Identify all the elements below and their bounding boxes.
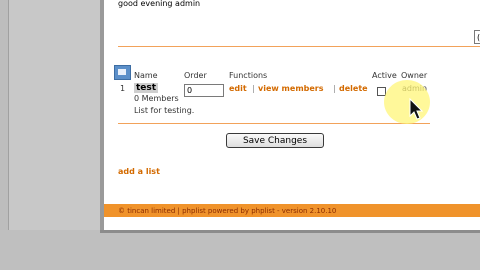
header-functions: Functions — [229, 71, 268, 80]
edit-link[interactable]: edit — [229, 84, 247, 93]
header-order: Order — [184, 71, 207, 80]
page-content: good evening admin ( Name Order Function… — [104, 0, 480, 230]
row-divider — [118, 123, 430, 124]
list-edit-icon[interactable] — [114, 65, 131, 80]
header-name: Name — [134, 71, 158, 80]
separator: | — [252, 84, 255, 93]
desktop-background — [0, 230, 480, 270]
top-divider — [118, 46, 480, 47]
separator: | — [333, 84, 336, 93]
row-index: 1 — [120, 84, 126, 93]
save-changes-button[interactable]: Save Changes — [226, 133, 324, 148]
header-active: Active — [372, 71, 397, 80]
order-input[interactable] — [184, 84, 224, 97]
mouse-cursor-icon — [409, 98, 423, 120]
page-shadow-bottom — [100, 230, 480, 233]
header-owner: Owner — [401, 71, 428, 80]
cursor-highlight — [384, 80, 430, 124]
right-edge-input[interactable]: ( — [474, 30, 480, 44]
members-count: 0 Members — [134, 94, 179, 103]
footer-text: © tincan limited | phplist powered by ph… — [118, 207, 337, 215]
add-list-link[interactable]: add a list — [118, 167, 160, 176]
list-description: List for testing. — [134, 106, 195, 115]
greeting-text: good evening admin — [118, 0, 201, 8]
view-members-link[interactable]: view members — [258, 84, 324, 93]
list-name: test — [134, 83, 159, 93]
delete-link[interactable]: delete — [339, 84, 368, 93]
